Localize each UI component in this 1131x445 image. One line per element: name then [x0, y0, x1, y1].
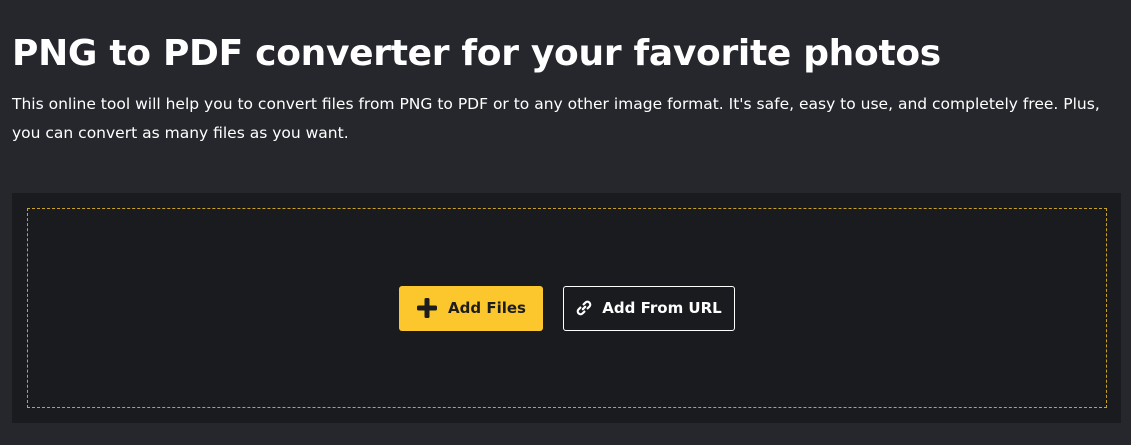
add-from-url-button[interactable]: Add From URL: [563, 285, 735, 331]
page-title: PNG to PDF converter for your favorite p…: [12, 33, 941, 74]
page-description: This online tool will help you to conver…: [12, 95, 1100, 142]
converter-hero: PNG to PDF converter for your favorite p…: [0, 0, 1131, 445]
link-icon: [576, 300, 592, 316]
upload-dropzone[interactable]: Add Files Add From URL: [12, 193, 1121, 423]
dropzone-dashed-area[interactable]: Add Files Add From URL: [27, 208, 1107, 408]
add-files-button[interactable]: Add Files: [399, 285, 543, 331]
add-files-label: Add Files: [448, 299, 526, 317]
plus-icon: [416, 297, 438, 319]
add-from-url-label: Add From URL: [602, 299, 722, 317]
